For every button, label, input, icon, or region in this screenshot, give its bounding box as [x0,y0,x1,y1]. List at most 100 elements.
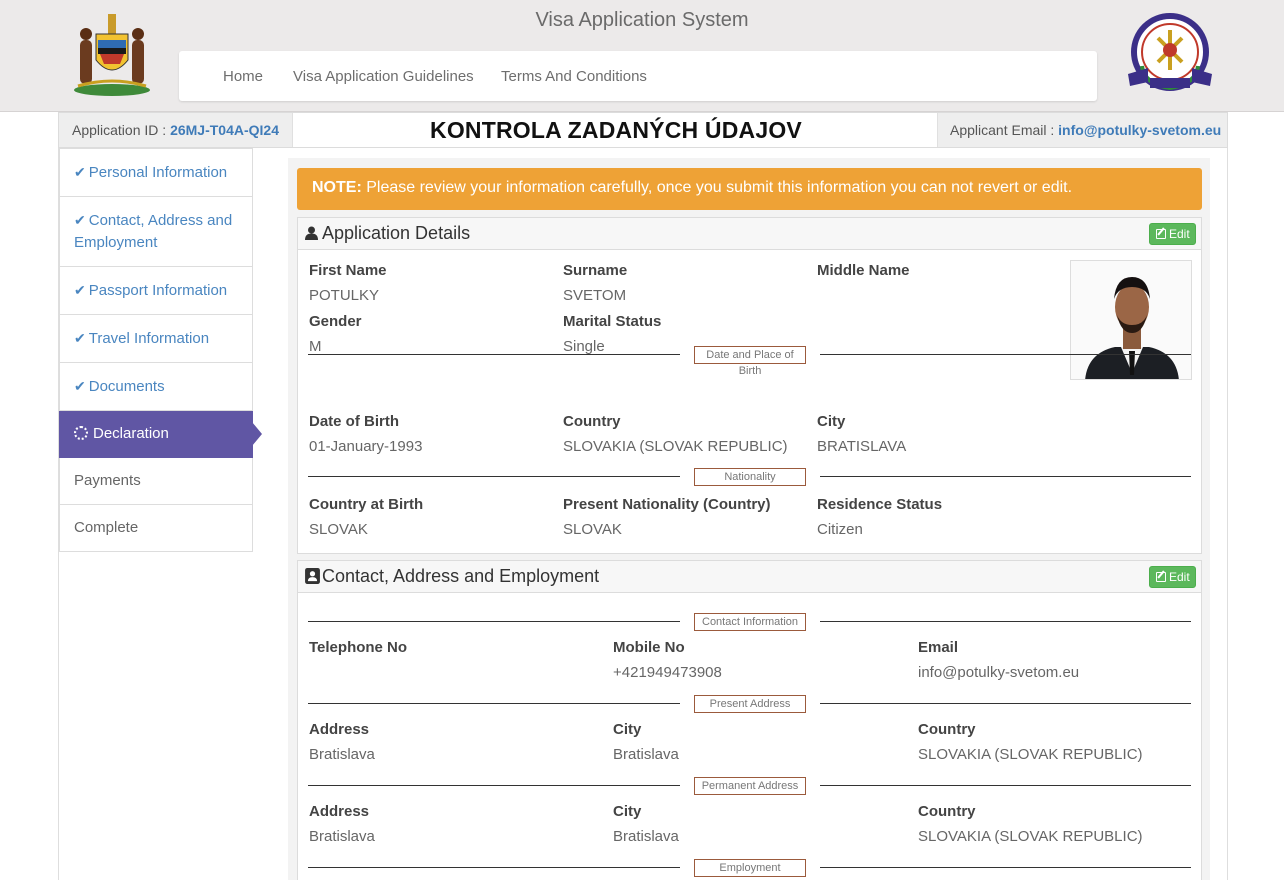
page-title: KONTROLA ZADANÝCH ÚDAJOV [430,117,802,143]
permanent-city-field: City Bratislava [613,803,679,845]
birth-section-divider: Date and Place of Birth [308,346,1191,377]
field-value: Bratislava [613,828,679,845]
permanent-address-field: Address Bratislava [309,803,375,845]
field-value: SLOVAK [309,521,368,538]
field-label: Country [918,721,976,738]
surname-field: Surname SVETOM [563,262,627,304]
field-label: Middle Name [817,262,910,279]
field-value: SVETOM [563,287,627,304]
site-title: Visa Application System [535,9,749,31]
nav-terms[interactable]: Terms And Conditions [501,68,647,85]
check-icon: ✔ [74,378,86,394]
present-nationality-field: Present Nationality (Country) SLOVAK [563,496,771,538]
field-label: City [613,721,642,738]
sidebar-item-complete[interactable]: Complete [59,505,253,552]
user-icon [305,226,318,240]
field-label: Email [918,639,959,656]
contact-section-divider: Contact Information [308,613,1191,631]
field-label: Residence Status [817,496,943,513]
contact-address-employment-panel: Contact, Address and Employment Edit Con… [297,560,1202,880]
section-divider-label: Date and Place of Birth [694,346,806,377]
residence-status-field: Residence Status Citizen [817,496,942,538]
main-nav: Home Visa Application Guidelines Terms A… [179,51,1097,101]
edit-application-details-button[interactable]: Edit [1149,223,1196,245]
field-label: Mobile No [613,639,685,656]
contact-card-icon [305,568,320,584]
nationality-section-divider: Nationality [308,468,1191,486]
date-of-birth-field: Date of Birth 01-January-1993 [309,413,422,455]
present-country-field: Country SLOVAKIA (SLOVAK REPUBLIC) [918,721,1143,763]
review-note: NOTE: Please review your information car… [297,168,1202,210]
email-field: Email info@potulky-svetom.eu [918,639,1079,681]
section-divider-label: Employment [694,859,806,877]
field-label: Telephone No [309,639,408,656]
main-content: NOTE: Please review your information car… [288,158,1210,880]
sidebar-item-passport-information[interactable]: ✔ Passport Information [59,267,253,315]
sidebar-item-label: Payments [74,472,141,489]
birth-city-field: City BRATISLAVA [817,413,906,455]
field-label: Date of Birth [309,413,399,430]
panel-title: Application Details [322,223,471,243]
sidebar-item-travel-information[interactable]: ✔ Travel Information [59,315,253,363]
nav-visa-guidelines[interactable]: Visa Application Guidelines [293,68,474,85]
field-label: Country [563,413,621,430]
mobile-field: Mobile No +421949473908 [613,639,722,681]
edit-label: Edit [1169,227,1190,241]
field-value: BRATISLAVA [817,438,907,455]
section-divider-label: Nationality [694,468,806,486]
nav-home[interactable]: Home [223,68,263,85]
site-header: Visa Application System Home Visa Applic… [0,0,1284,112]
edit-icon [1156,229,1166,239]
field-label: Country [918,803,976,820]
check-icon: ✔ [74,330,86,346]
note-prefix: NOTE: [312,179,362,196]
field-value: SLOVAK [563,521,622,538]
sidebar-item-label: Passport Information [88,282,228,299]
section-divider-label: Present Address [694,695,806,713]
note-text: Please review your information carefully… [366,179,1073,196]
sidebar-item-personal-information[interactable]: ✔ Personal Information [59,148,253,197]
applicant-email-label: Applicant Email : [950,122,1055,138]
application-id-label: Application ID : [72,122,167,138]
field-value: Bratislava [309,828,375,845]
sidebar-item-declaration[interactable]: Declaration [59,411,262,458]
edit-label: Edit [1169,570,1190,584]
section-divider-label: Permanent Address [694,777,806,795]
permanent-address-divider: Permanent Address [308,777,1191,795]
sidebar-item-label: Travel Information [88,330,210,347]
sidebar-item-payments[interactable]: Payments [59,458,253,505]
field-value: Bratislava [309,746,375,763]
application-info-bar: Application ID : 26MJ-T04A-QI24 KONTROLA… [58,112,1228,148]
panel-title: Contact, Address and Employment [322,566,600,586]
field-value: Citizen [817,521,863,538]
section-divider-label: Contact Information [694,613,806,631]
field-value: +421949473908 [613,664,722,681]
edit-contact-button[interactable]: Edit [1149,566,1196,588]
field-value: info@potulky-svetom.eu [918,664,1080,681]
birth-country-field: Country SLOVAKIA (SLOVAK REPUBLIC) [563,413,788,455]
first-name-field: First Name POTULKY [309,262,387,304]
panel-header: Contact, Address and Employment Edit [298,561,1201,593]
present-city-field: City Bratislava [613,721,679,763]
application-id: Application ID : 26MJ-T04A-QI24 [59,113,293,147]
field-label: Address [309,721,370,738]
steps-sidebar: ✔ Personal Information ✔ Contact, Address … [59,148,262,552]
field-value: 01-January-1993 [309,438,423,455]
spinner-icon [74,426,88,440]
edit-icon [1156,572,1166,582]
sidebar-item-contact-address-employment[interactable]: ✔ Contact, Address and Employment [59,197,253,267]
field-label: First Name [309,262,387,279]
field-label: City [817,413,846,430]
sidebar-item-documents[interactable]: ✔ Documents [59,363,253,411]
sidebar-item-label: Contact, Address and Employment [74,212,233,251]
check-icon: ✔ [74,212,86,228]
sidebar-item-label: Personal Information [88,164,228,181]
field-value: Bratislava [613,746,679,763]
field-label: Present Nationality (Country) [563,496,771,513]
country-at-birth-field: Country at Birth SLOVAK [309,496,423,538]
application-id-value: 26MJ-T04A-QI24 [170,122,279,138]
field-label: Gender [309,313,362,330]
field-value: SLOVAKIA (SLOVAK REPUBLIC) [918,828,1143,845]
sidebar-item-label: Declaration [93,425,169,442]
panel-header: Application Details Edit [298,218,1201,250]
